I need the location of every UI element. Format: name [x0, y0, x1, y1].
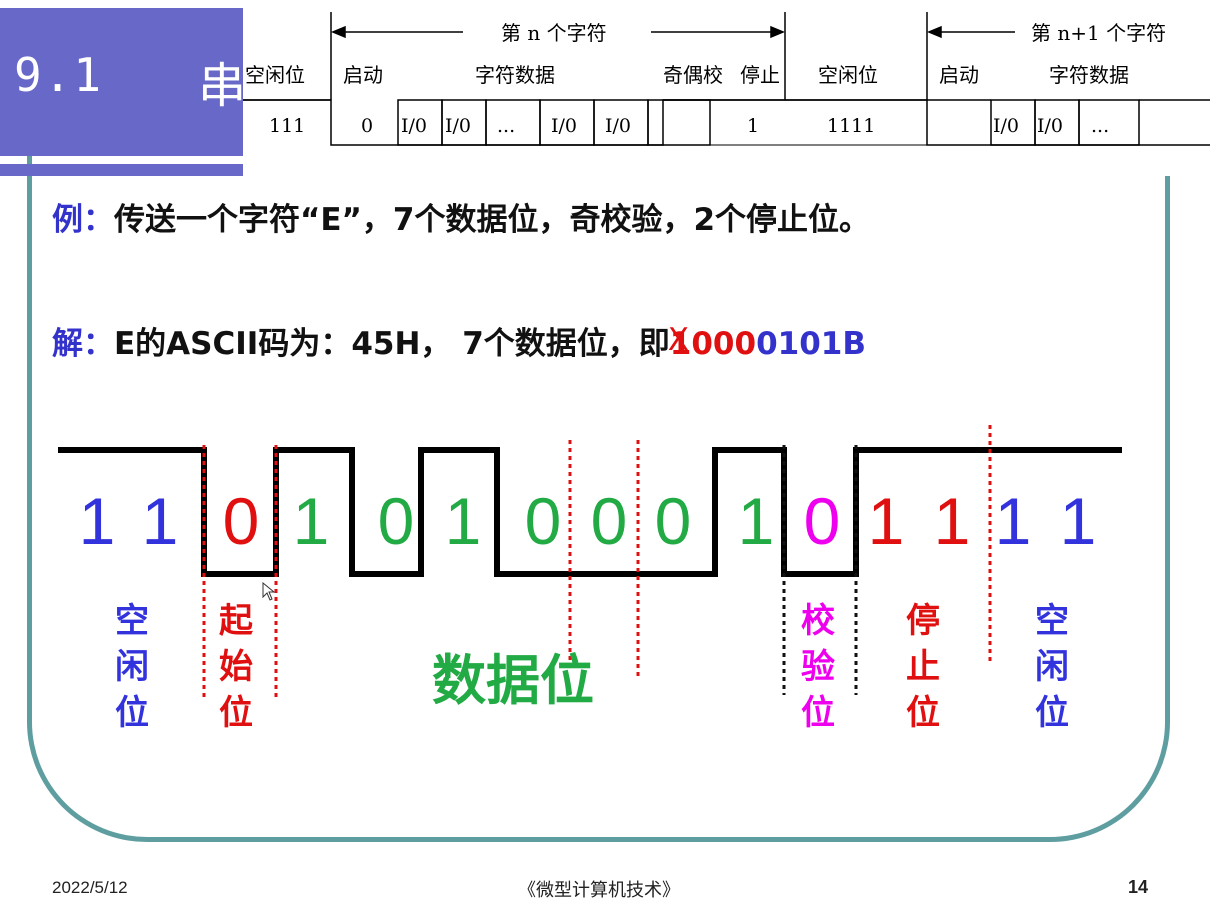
label-parity: 校 验 位 [798, 598, 838, 736]
col-data-2: 字符数据 [1049, 63, 1129, 87]
example-label: 例： [52, 202, 114, 238]
val-data-dots-2: ... [1091, 115, 1109, 137]
bit-digit: 1 [445, 484, 482, 558]
label-idle-2-text: 空 闲 位 [1035, 601, 1069, 733]
bit-digit: 0 [525, 484, 562, 558]
val-start-1: 0 [361, 115, 373, 137]
col-stop: 停止 [740, 63, 780, 87]
frame-format-svg: 第 n 个字符 第 n+1 个字符 空闲位 启动 字符数据 奇偶校 停止 空闲位… [243, 12, 1210, 146]
label-start: 起 始 位 [216, 598, 256, 736]
val-data-c: I/0 [551, 115, 577, 137]
bit-digit: 0 [223, 484, 260, 558]
col-parity: 奇偶校 [663, 63, 723, 87]
solution-label: 解： [52, 326, 114, 362]
title-box: 9.1 串 [0, 8, 247, 156]
bit-digit: 1 [79, 484, 116, 558]
mouse-pointer-icon [262, 582, 276, 601]
bit-digit: 1 [995, 484, 1032, 558]
bit-digit: 0 [591, 484, 628, 558]
bit-digit: 1 [868, 484, 905, 558]
header-n1: 第 n+1 个字符 [1031, 21, 1166, 45]
col-data-1: 字符数据 [475, 63, 555, 87]
solution-crossed-bit: 1X [668, 322, 692, 362]
section-title-char: 串 [198, 58, 247, 114]
val-data-e: I/0 [993, 115, 1019, 137]
footer-course: 《微型计算机技术》 [518, 880, 680, 901]
header-n: 第 n 个字符 [501, 21, 607, 45]
solution-bits-blue: 0101B [756, 326, 866, 362]
val-data-f: I/0 [1037, 115, 1063, 137]
bit-digit: 0 [378, 484, 415, 558]
val-idle-2: 1111 [827, 115, 875, 137]
bit-digit: 1 [1060, 484, 1097, 558]
val-stop: 1 [747, 115, 759, 137]
col-idle-2: 空闲位 [818, 63, 878, 87]
label-start-text: 起 始 位 [219, 601, 253, 733]
example-line: 例：传送一个字符“E”，7个数据位，奇校验，2个停止位。 [52, 194, 870, 239]
bit-digit: 1 [934, 484, 971, 558]
example-text: 传送一个字符“E”，7个数据位，奇校验，2个停止位。 [114, 202, 871, 238]
label-idle-2: 空 闲 位 [1032, 598, 1072, 736]
bit-digit: 1 [738, 484, 775, 558]
bit-digit: 1 [142, 484, 179, 558]
solution-line: 解：E的ASCII码为：45H， 7个数据位，即1 X 0000101B [52, 318, 866, 363]
bit-digit: 0 [655, 484, 692, 558]
solution-bits-red: 000 [691, 326, 757, 362]
label-stop: 停 止 位 [903, 598, 943, 736]
label-idle-1: 空 闲 位 [112, 598, 152, 736]
frame-format-table: 第 n 个字符 第 n+1 个字符 空闲位 启动 字符数据 奇偶校 停止 空闲位… [243, 0, 1210, 176]
label-data: 数据位 [432, 649, 594, 712]
serial-waveform: 110101000101111 [58, 425, 1122, 700]
val-data-b: I/0 [445, 115, 471, 137]
label-parity-text: 校 验 位 [801, 601, 835, 733]
footer-page-number: 14 [1128, 877, 1149, 897]
label-stop-text: 停 止 位 [906, 601, 940, 733]
solution-text: E的ASCII码为：45H， 7个数据位，即 [114, 326, 670, 362]
val-data-dots: ... [497, 115, 515, 137]
bit-digit: 1 [293, 484, 330, 558]
col-start-1: 启动 [343, 63, 383, 87]
label-idle-1-text: 空 闲 位 [115, 601, 149, 733]
col-idle-1: 空闲位 [245, 63, 305, 87]
bit-digit: 0 [804, 484, 841, 558]
section-number: 9.1 [14, 48, 104, 102]
val-data-d: I/0 [605, 115, 631, 137]
footer-date: 2022/5/12 [52, 878, 128, 897]
col-start-2: 启动 [939, 63, 979, 87]
val-idle-1: 111 [269, 115, 305, 137]
val-data-a: I/0 [401, 115, 427, 137]
title-underline [0, 164, 243, 176]
cross-mark: X [667, 322, 690, 358]
